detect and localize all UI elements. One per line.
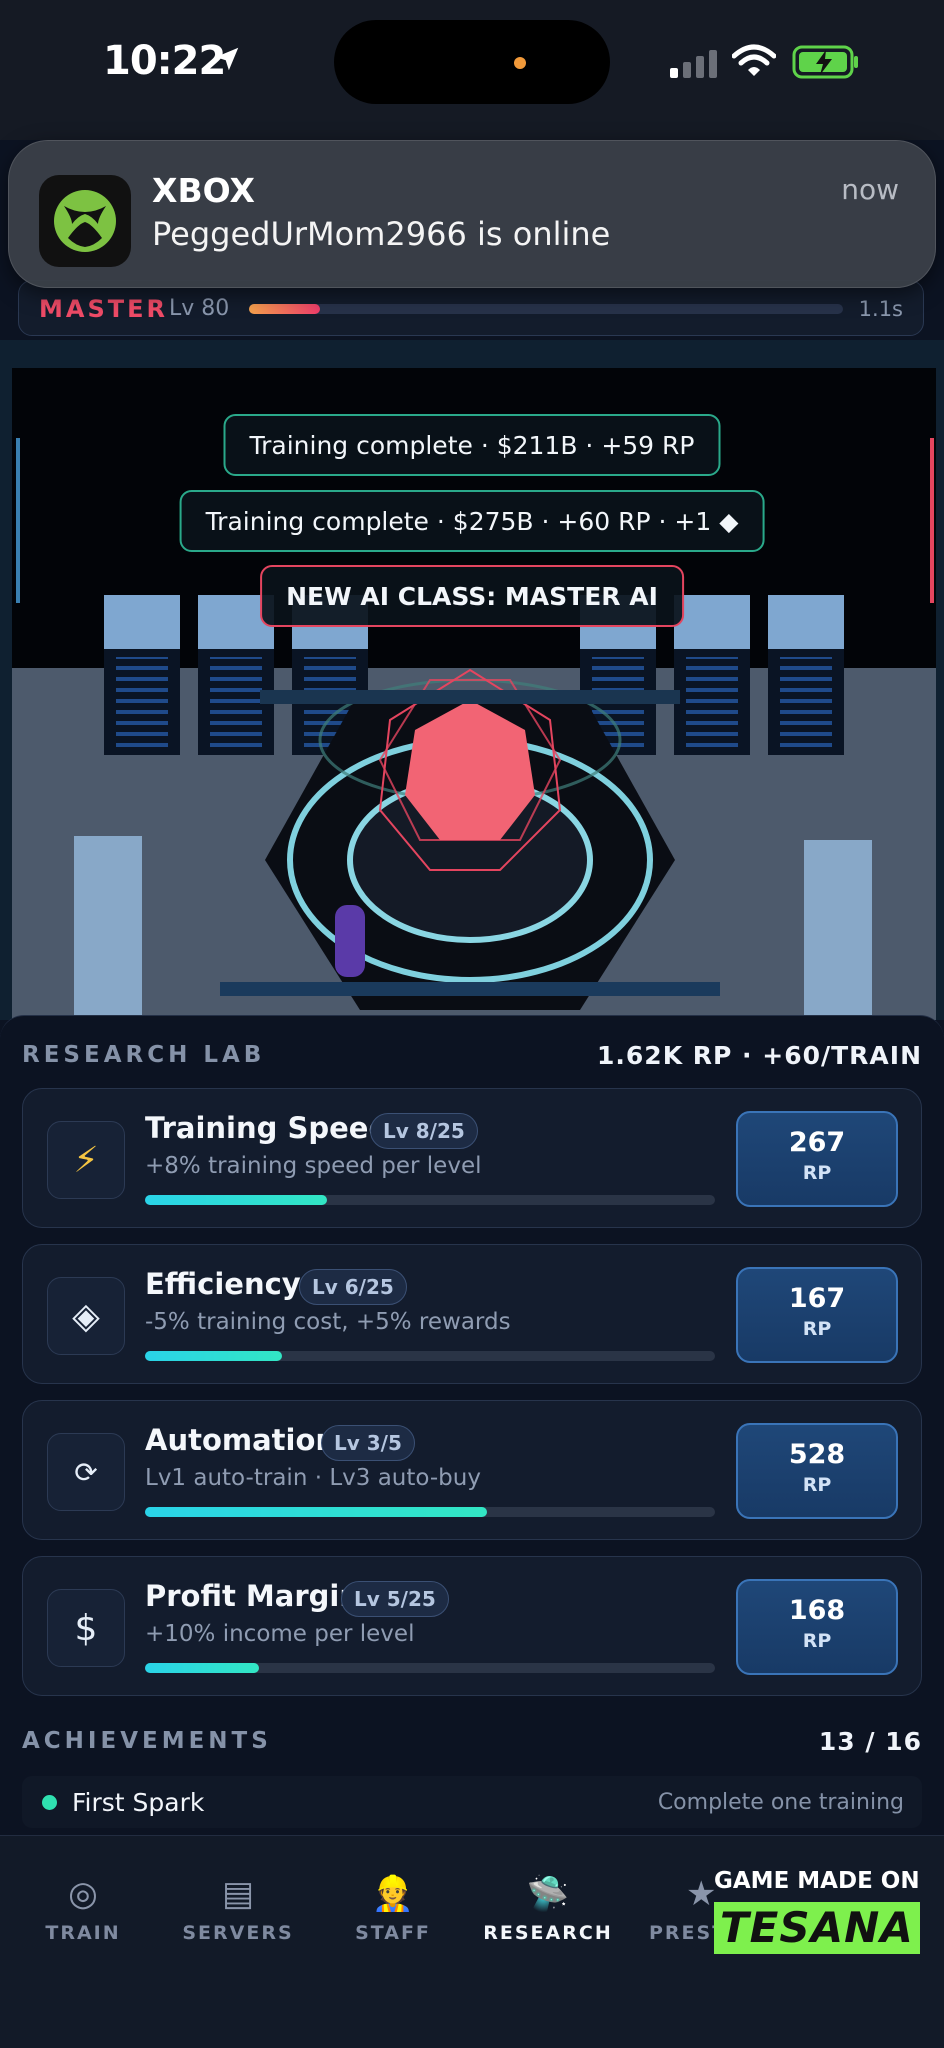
level-label: Lv 80 bbox=[169, 296, 230, 321]
toast-new-ai-class: NEW AI CLASS: MASTER AI bbox=[260, 565, 684, 627]
upgrade-progress-track bbox=[145, 1507, 715, 1517]
buy-upgrade-button[interactable]: 528 RP bbox=[736, 1423, 898, 1519]
xbox-notification[interactable]: XBOX PeggedUrMom2966 is online now bbox=[8, 140, 936, 288]
diamond-icon: ◈ bbox=[47, 1277, 125, 1355]
upgrade-progress-fill bbox=[145, 1351, 282, 1361]
upgrade-card-profit-margin: $ Profit Margin Lv 5/25 +10% income per … bbox=[22, 1556, 922, 1696]
research-lab-title: RESEARCH LAB bbox=[22, 1042, 266, 1068]
training-timer: 1.1s bbox=[858, 297, 903, 321]
game-scene[interactable]: Training complete · $211B · +59 RP Train… bbox=[0, 340, 944, 1020]
upgrade-name: Automation bbox=[145, 1423, 337, 1457]
status-bar: 10:22 bbox=[0, 0, 944, 140]
upgrade-progress-fill bbox=[145, 1663, 259, 1673]
ai-core bbox=[260, 668, 680, 1010]
upgrade-level-badge: Lv 8/25 bbox=[370, 1113, 478, 1149]
master-level-bar: MASTER Lv 80 1.1s bbox=[18, 280, 924, 336]
research-points-summary: 1.62K RP · +60/TRAIN bbox=[597, 1041, 922, 1070]
achievement-name: First Spark bbox=[72, 1788, 205, 1817]
server-icon: ▤ bbox=[221, 1874, 255, 1914]
server-rack bbox=[768, 595, 844, 755]
achievements-count: 13 / 16 bbox=[818, 1727, 922, 1756]
cellular-signal-icon bbox=[670, 50, 717, 78]
upgrade-level-badge: Lv 3/5 bbox=[321, 1425, 415, 1461]
upgrade-name: Training Speed bbox=[145, 1111, 390, 1145]
buy-upgrade-button[interactable]: 267 RP bbox=[736, 1111, 898, 1207]
notification-time: now bbox=[841, 173, 899, 206]
status-time: 10:22 bbox=[103, 38, 226, 84]
upgrade-card-automation: ⟳ Automation Lv 3/5 Lv1 auto-train · Lv3… bbox=[22, 1400, 922, 1540]
upgrade-name: Efficiency bbox=[145, 1267, 301, 1301]
achievement-status-dot bbox=[42, 1795, 57, 1810]
notification-message: PeggedUrMom2966 is online bbox=[152, 215, 611, 253]
upgrade-progress-track bbox=[145, 1663, 715, 1673]
toast-training-complete: Training complete · $211B · +59 RP bbox=[223, 414, 721, 476]
target-icon: ◎ bbox=[68, 1874, 98, 1914]
tab-servers[interactable]: ▤ SERVERS bbox=[163, 1872, 313, 1944]
upgrade-description: Lv1 auto-train · Lv3 auto-buy bbox=[145, 1465, 481, 1491]
worker-icon: 👷 bbox=[371, 1874, 415, 1914]
tab-staff[interactable]: 👷 STAFF bbox=[318, 1872, 468, 1944]
upgrade-progress-track bbox=[145, 1351, 715, 1361]
rank-label: MASTER bbox=[39, 295, 168, 323]
upgrade-progress-fill bbox=[145, 1507, 487, 1517]
notification-title: XBOX bbox=[152, 171, 255, 210]
upgrade-progress-fill bbox=[145, 1195, 328, 1205]
upgrade-description: +10% income per level bbox=[145, 1621, 415, 1647]
upgrade-progress-track bbox=[145, 1195, 715, 1205]
achievements-title: ACHIEVEMENTS bbox=[22, 1728, 272, 1754]
level-progress-track bbox=[249, 304, 843, 314]
upgrade-card-training-speed: ⚡ Training Speed Lv 8/25 +8% training sp… bbox=[22, 1088, 922, 1228]
level-progress-fill bbox=[249, 304, 321, 314]
location-arrow-icon bbox=[215, 47, 239, 71]
tab-research[interactable]: 🛸 RESEARCH bbox=[473, 1872, 623, 1944]
upgrade-description: +8% training speed per level bbox=[145, 1153, 482, 1179]
tab-train[interactable]: ◎ TRAIN bbox=[8, 1872, 158, 1944]
dollar-icon: $ bbox=[47, 1589, 125, 1667]
refresh-icon: ⟳ bbox=[47, 1433, 125, 1511]
lightning-icon: ⚡ bbox=[47, 1121, 125, 1199]
research-icon: 🛸 bbox=[526, 1874, 570, 1914]
badge-caption: GAME MADE ON bbox=[714, 1868, 920, 1894]
upgrade-card-efficiency: ◈ Efficiency Lv 6/25 -5% training cost, … bbox=[22, 1244, 922, 1384]
xbox-icon bbox=[39, 175, 131, 267]
upgrade-level-badge: Lv 5/25 bbox=[341, 1581, 449, 1617]
staff-character bbox=[335, 905, 365, 977]
upgrade-level-badge: Lv 6/25 bbox=[299, 1269, 407, 1305]
upgrade-name: Profit Margin bbox=[145, 1579, 361, 1613]
achievement-item[interactable]: First Spark Complete one training bbox=[22, 1776, 922, 1828]
upgrade-description: -5% training cost, +5% rewards bbox=[145, 1309, 511, 1335]
server-rack bbox=[104, 595, 180, 755]
buy-upgrade-button[interactable]: 167 RP bbox=[736, 1267, 898, 1363]
toast-training-complete: Training complete · $275B · +60 RP · +1 … bbox=[179, 490, 765, 552]
battery-charging-icon bbox=[792, 45, 858, 79]
server-rack bbox=[674, 595, 750, 755]
tesana-badge[interactable]: GAME MADE ON TESANA bbox=[714, 1868, 922, 1958]
buy-upgrade-button[interactable]: 168 RP bbox=[736, 1579, 898, 1675]
achievement-description: Complete one training bbox=[657, 1790, 904, 1815]
wifi-icon bbox=[732, 44, 776, 76]
tesana-logo: TESANA bbox=[714, 1902, 920, 1954]
dynamic-island bbox=[334, 20, 610, 104]
